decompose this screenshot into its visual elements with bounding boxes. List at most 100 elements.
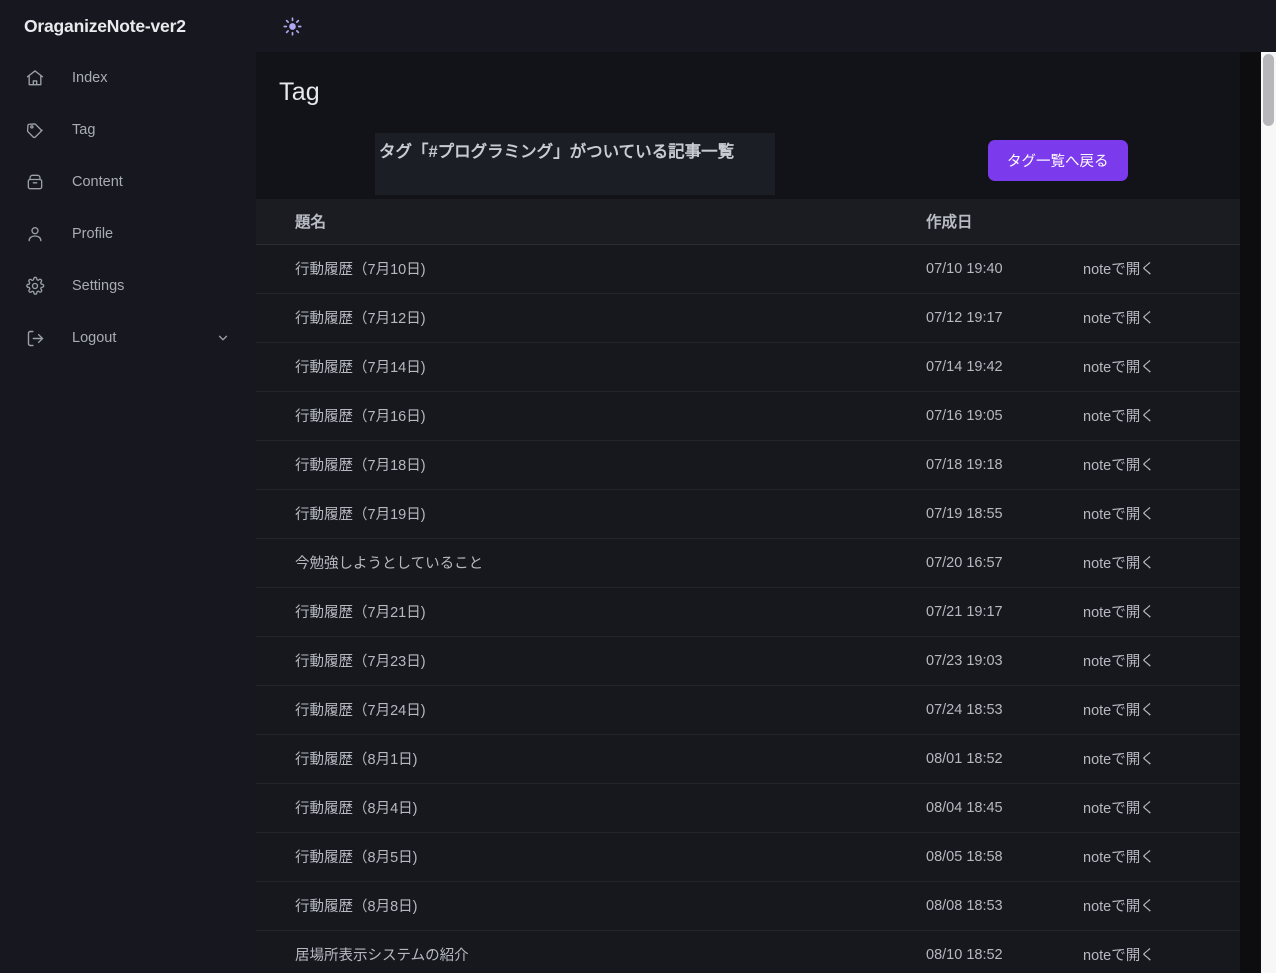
table-row[interactable]: 行動履歴（7月14日) 07/14 19:42 noteで開く [256,342,1240,392]
open-in-note-link[interactable]: noteで開く [1083,703,1155,719]
article-date-cell: 07/12 19:17 [926,293,1083,343]
open-in-note-cell: noteで開く [1083,734,1240,784]
scrollbar-thumb[interactable] [1263,54,1274,126]
article-title-cell[interactable]: 行動履歴（8月8日) [256,881,926,931]
article-title-cell[interactable]: 今勉強しようとしていること [256,538,926,588]
sidebar: OraganizeNote-ver2 Index Tag Content Pro… [0,0,256,973]
article-date-cell: 07/14 19:42 [926,342,1083,392]
table-row[interactable]: 今勉強しようとしていること 07/20 16:57 noteで開く [256,538,1240,588]
sidebar-item-content[interactable]: Content [0,156,256,208]
open-in-note-cell: noteで開く [1083,636,1240,686]
open-in-note-cell: noteで開く [1083,293,1240,343]
main-content: Tag タグ「#プログラミング」がついている記事一覧 タグ一覧へ戻る 題名 作成… [256,52,1240,973]
sidebar-item-tag[interactable]: Tag [0,104,256,156]
tag-icon [24,119,46,141]
article-title-cell[interactable]: 行動履歴（7月14日) [256,342,926,392]
open-in-note-link[interactable]: noteで開く [1083,262,1155,278]
open-in-note-link[interactable]: noteで開く [1083,948,1155,964]
article-title-cell[interactable]: 行動履歴（7月23日) [256,636,926,686]
sidebar-item-index[interactable]: Index [0,52,256,104]
article-date-cell: 08/08 18:53 [926,881,1083,931]
open-in-note-link[interactable]: noteで開く [1083,556,1155,572]
article-title-cell[interactable]: 行動履歴（7月10日) [256,244,926,294]
article-title-cell[interactable]: 行動履歴（8月4日) [256,783,926,833]
sidebar-item-label: Profile [72,226,114,242]
table-row[interactable]: 行動履歴（8月5日) 08/05 18:58 noteで開く [256,832,1240,882]
table-header: 題名 作成日 [256,199,1240,245]
article-title-cell[interactable]: 行動履歴（8月5日) [256,832,926,882]
article-date-cell: 07/19 18:55 [926,489,1083,539]
article-date-cell: 08/04 18:45 [926,783,1083,833]
article-date-cell: 07/23 19:03 [926,636,1083,686]
table-row[interactable]: 行動履歴（7月12日) 07/12 19:17 noteで開く [256,293,1240,343]
column-header-link [1083,199,1240,245]
sidebar-item-settings[interactable]: Settings [0,260,256,312]
article-title-cell[interactable]: 行動履歴（7月19日) [256,489,926,539]
open-in-note-link[interactable]: noteで開く [1083,801,1155,817]
page-title: Tag [279,78,320,106]
logout-icon [24,327,46,349]
open-in-note-link[interactable]: noteで開く [1083,899,1155,915]
open-in-note-cell: noteで開く [1083,783,1240,833]
open-in-note-link[interactable]: noteで開く [1083,311,1155,327]
article-date-cell: 07/21 19:17 [926,587,1083,637]
open-in-note-link[interactable]: noteで開く [1083,752,1155,768]
article-date-cell: 07/18 19:18 [926,440,1083,490]
table-row[interactable]: 行動履歴（7月16日) 07/16 19:05 noteで開く [256,391,1240,441]
top-bar [256,0,1276,52]
open-in-note-link[interactable]: noteで開く [1083,654,1155,670]
open-in-note-link[interactable]: noteで開く [1083,507,1155,523]
column-header-title: 題名 [256,199,926,245]
article-title-cell[interactable]: 行動履歴（7月24日) [256,685,926,735]
article-title-cell[interactable]: 行動履歴（8月1日) [256,734,926,784]
gear-icon [24,275,46,297]
tag-header-row: タグ「#プログラミング」がついている記事一覧 タグ一覧へ戻る [256,107,1240,199]
sun-icon[interactable] [279,13,305,39]
article-date-cell: 08/05 18:58 [926,832,1083,882]
table-row[interactable]: 行動履歴（7月23日) 07/23 19:03 noteで開く [256,636,1240,686]
table-row[interactable]: 行動履歴（8月1日) 08/01 18:52 noteで開く [256,734,1240,784]
open-in-note-link[interactable]: noteで開く [1083,409,1155,425]
back-to-tag-list-button[interactable]: タグ一覧へ戻る [988,140,1128,181]
open-in-note-cell: noteで開く [1083,538,1240,588]
table-row[interactable]: 行動履歴（7月19日) 07/19 18:55 noteで開く [256,489,1240,539]
article-date-cell: 07/10 19:40 [926,244,1083,294]
column-header-date: 作成日 [926,199,1083,245]
article-date-cell: 07/24 18:53 [926,685,1083,735]
sidebar-item-label: Logout [72,330,117,346]
article-title-cell[interactable]: 行動履歴（7月18日) [256,440,926,490]
open-in-note-link[interactable]: noteで開く [1083,458,1155,474]
user-icon [24,223,46,245]
open-in-note-cell: noteで開く [1083,832,1240,882]
table-body: 行動履歴（7月10日) 07/10 19:40 noteで開く 行動履歴（7月12日)… [256,244,1240,973]
article-title-cell[interactable]: 行動履歴（7月16日) [256,391,926,441]
sidebar-item-logout[interactable]: Logout [0,312,256,364]
vertical-scrollbar[interactable] [1261,52,1276,973]
open-in-note-cell: noteで開く [1083,881,1240,931]
article-title-cell[interactable]: 行動履歴（7月21日) [256,587,926,637]
archive-icon [24,171,46,193]
article-date-cell: 07/16 19:05 [926,391,1083,441]
table-row[interactable]: 行動履歴（8月4日) 08/04 18:45 noteで開く [256,783,1240,833]
sidebar-item-profile[interactable]: Profile [0,208,256,260]
table-row[interactable]: 行動履歴（8月8日) 08/08 18:53 noteで開く [256,881,1240,931]
article-date-cell: 08/01 18:52 [926,734,1083,784]
scrollbar-gutter [1240,52,1261,973]
table-row[interactable]: 行動履歴（7月18日) 07/18 19:18 noteで開く [256,440,1240,490]
open-in-note-cell: noteで開く [1083,342,1240,392]
articles-table: 題名 作成日 行動履歴（7月10日) 07/10 19:40 noteで開く 行動履歴… [256,199,1240,973]
table-row[interactable]: 居場所表示システムの紹介 08/10 18:52 noteで開く [256,930,1240,973]
table-row[interactable]: 行動履歴（7月24日) 07/24 18:53 noteで開く [256,685,1240,735]
app-root: OraganizeNote-ver2 Index Tag Content Pro… [0,0,1276,973]
sidebar-item-label: Settings [72,278,125,294]
open-in-note-link[interactable]: noteで開く [1083,605,1155,621]
table-row[interactable]: 行動履歴（7月10日) 07/10 19:40 noteで開く [256,244,1240,294]
table-row[interactable]: 行動履歴（7月21日) 07/21 19:17 noteで開く [256,587,1240,637]
open-in-note-link[interactable]: noteで開く [1083,360,1155,376]
open-in-note-cell: noteで開く [1083,685,1240,735]
chevron-down-icon[interactable] [216,331,230,345]
article-title-cell[interactable]: 居場所表示システムの紹介 [256,930,926,973]
article-title-cell[interactable]: 行動履歴（7月12日) [256,293,926,343]
app-brand-title: OraganizeNote-ver2 [24,15,186,36]
open-in-note-link[interactable]: noteで開く [1083,850,1155,866]
